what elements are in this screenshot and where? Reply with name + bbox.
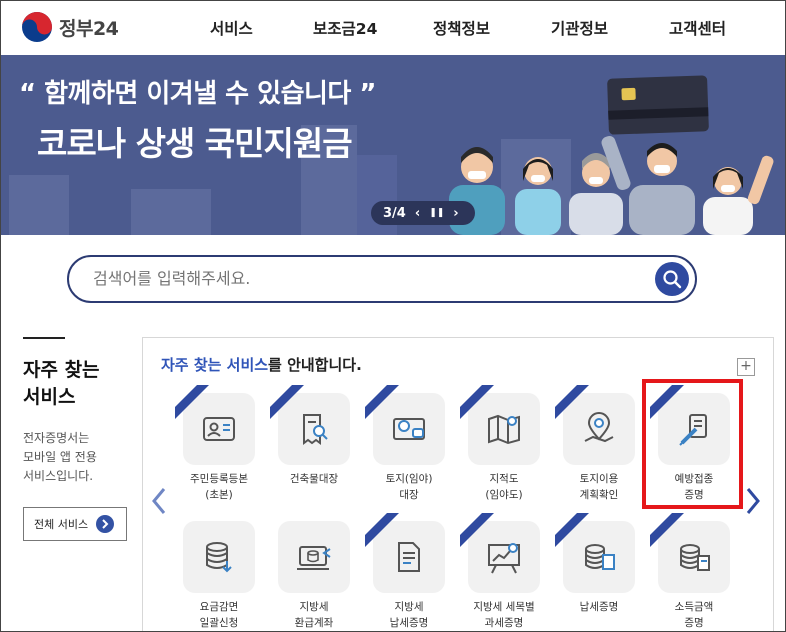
- nav-subsidy24[interactable]: 보조금24: [313, 17, 377, 39]
- description-line: 서비스입니다.: [23, 469, 94, 483]
- page-frame: 정부24 서비스 보조금24 정책정보 기관정보 고객센터 “ 함께하면 이겨낼…: [0, 0, 786, 632]
- pause-icon[interactable]: ❚❚: [429, 208, 444, 218]
- service-label: 토지이용 계획확인: [579, 473, 619, 501]
- service-label: 지방세 세목별 과세증명: [473, 601, 535, 629]
- nav-policy-info[interactable]: 정책정보: [433, 17, 490, 39]
- section-title-line: 서비스: [23, 386, 76, 408]
- all-services-button[interactable]: 전체 서비스: [23, 507, 127, 541]
- chevron-left-icon[interactable]: ‹: [415, 206, 420, 221]
- arrow-right-icon: [96, 515, 115, 533]
- search-input[interactable]: [93, 269, 593, 288]
- gov24-logo[interactable]: 정부24: [21, 11, 119, 43]
- taegeuk-logo-icon: [22, 12, 52, 42]
- service-land-use-plan[interactable]: [555, 385, 635, 465]
- nav-services[interactable]: 서비스: [210, 17, 253, 39]
- pager-count: 3/4: [383, 205, 406, 221]
- chart-board-icon: [488, 543, 520, 574]
- all-services-label: 전체 서비스: [34, 518, 89, 531]
- service-land-register[interactable]: [365, 385, 445, 465]
- search-button[interactable]: [655, 262, 689, 296]
- document-search-icon: [303, 414, 328, 445]
- chevron-left-icon[interactable]: [151, 487, 167, 515]
- building-silhouette: [9, 175, 69, 235]
- promo-banner[interactable]: “ 함께하면 이겨낼 수 있습니다 ” 코로나 상생 국민지원금 3/4 ‹ ❚…: [1, 55, 785, 235]
- service-local-tax-payment-certificate[interactable]: [365, 513, 445, 593]
- panel-title-highlight: 자주 찾는 서비스: [161, 356, 269, 374]
- service-label: 건축물대장: [289, 473, 339, 485]
- service-fee-reduction[interactable]: [183, 521, 255, 593]
- top-header: 정부24 서비스 보조금24 정책정보 기관정보 고객센터: [1, 1, 785, 55]
- logo-text: 정부24: [59, 17, 119, 40]
- land-map-icon: [393, 418, 425, 440]
- building-silhouette: [131, 189, 211, 235]
- description-line: 전자증명서는: [23, 431, 90, 445]
- panel-title-rest: 를 안내합니다.: [268, 356, 362, 374]
- plus-button[interactable]: +: [737, 358, 755, 376]
- service-label: 지방세 납세증명: [389, 601, 429, 629]
- banner-headline: 코로나 상생 국민지원금: [37, 124, 353, 163]
- section-title: 자주 찾는 서비스: [23, 357, 133, 411]
- service-label: 요금감면 일괄신청: [199, 601, 239, 629]
- highlight-box: [642, 379, 743, 509]
- service-label: 소득금액 증명: [674, 601, 714, 629]
- search-icon: [663, 270, 682, 289]
- service-tax-payment-certificate[interactable]: [555, 513, 635, 593]
- banner-pager[interactable]: 3/4 ‹ ❚❚ ›: [371, 201, 475, 225]
- tax-document-icon: [398, 542, 420, 572]
- database-icon: [206, 542, 232, 573]
- search-section: [23, 235, 785, 321]
- tax-database-icon: [585, 544, 615, 570]
- service-label: 지방세 환급계좌: [294, 601, 334, 629]
- panel-title: 자주 찾는 서비스를 안내합니다.: [161, 354, 362, 375]
- description-line: 모바일 앱 전용: [23, 450, 97, 464]
- service-building-register[interactable]: [270, 385, 350, 465]
- service-label: 주민등록등본 (초본): [190, 473, 248, 501]
- section-rule: [23, 337, 65, 339]
- nav-agency-info[interactable]: 기관정보: [551, 17, 608, 39]
- search-bar[interactable]: [67, 255, 697, 303]
- income-database-icon: [680, 544, 710, 571]
- service-local-tax-assessment[interactable]: [460, 513, 540, 593]
- service-income-certificate[interactable]: [650, 513, 730, 593]
- service-resident-registration[interactable]: [175, 385, 255, 465]
- section-title-line: 자주 찾는: [23, 359, 100, 381]
- laptop-database-icon: [297, 546, 331, 570]
- service-label: 납세증명: [579, 601, 619, 613]
- service-cadastral-map[interactable]: [460, 385, 540, 465]
- service-label: 토지(임야) 대장: [385, 473, 433, 501]
- section-description: 전자증명서는 모바일 앱 전용 서비스입니다.: [23, 429, 133, 486]
- map-pin-icon: [584, 412, 614, 443]
- folded-map-icon: [488, 414, 520, 445]
- id-card-icon: [203, 417, 235, 441]
- chevron-right-icon[interactable]: [745, 487, 761, 515]
- service-label: 지적도 (임야도): [485, 473, 523, 501]
- service-local-tax-refund-account[interactable]: [278, 521, 350, 593]
- nav-customer-center[interactable]: 고객센터: [669, 17, 726, 39]
- chevron-right-icon[interactable]: ›: [453, 206, 458, 221]
- banner-quote: “ 함께하면 이겨낼 수 있습니다 ”: [19, 79, 376, 109]
- people-illustration: [449, 135, 774, 235]
